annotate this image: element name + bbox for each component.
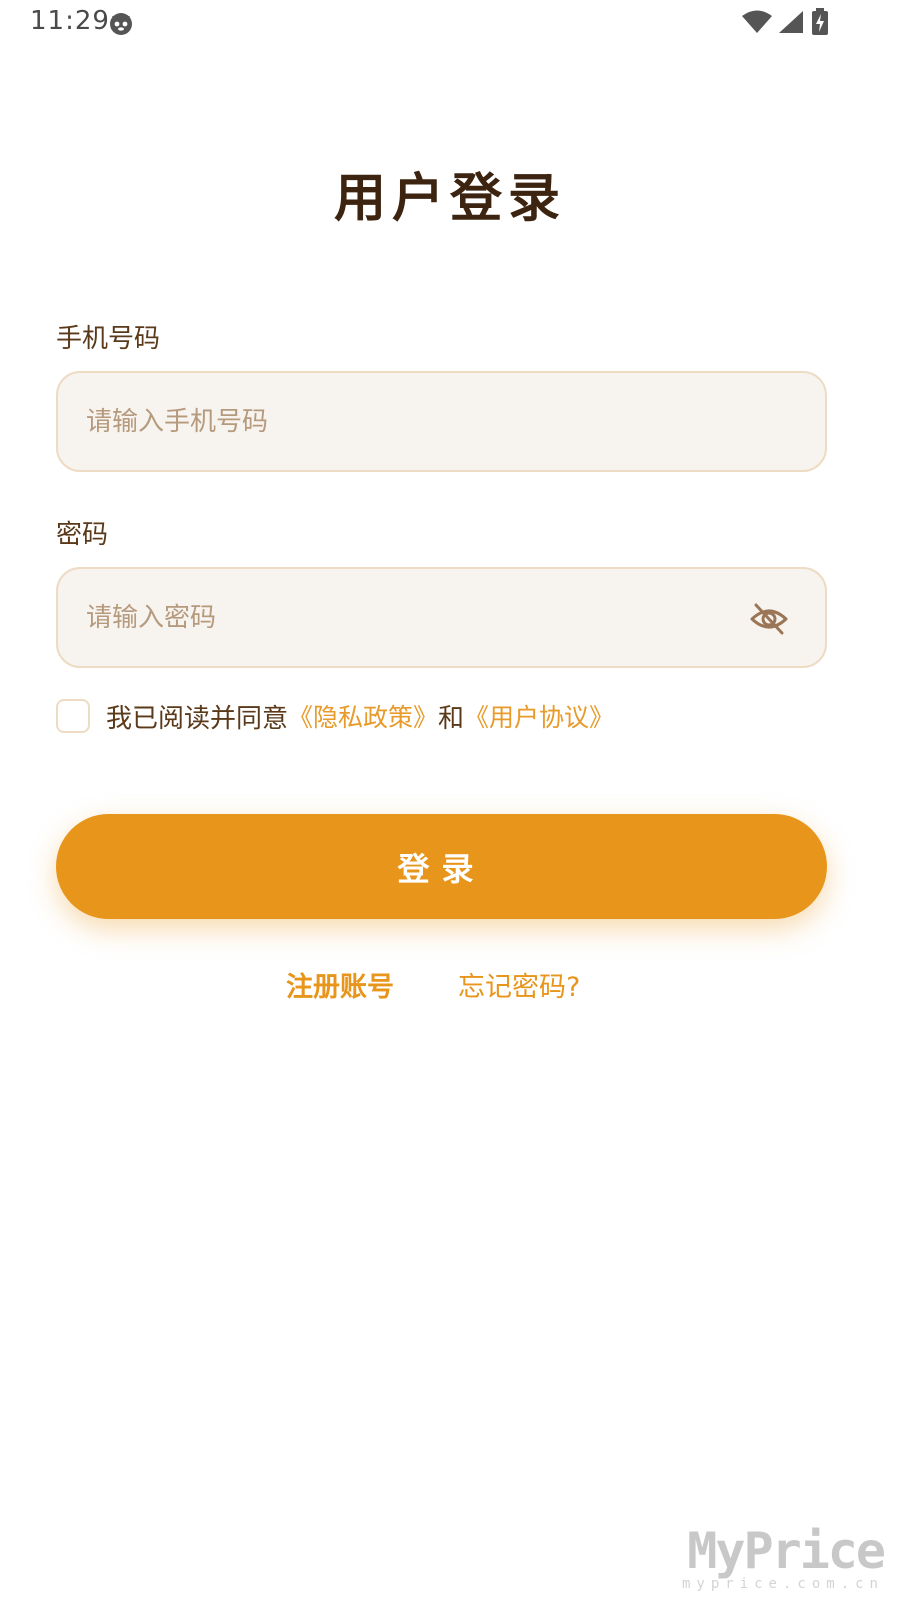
password-input[interactable]	[86, 569, 726, 666]
password-label: 密码	[56, 520, 109, 550]
status-icons	[742, 8, 830, 36]
watermark: MyPrice myprice.com.cn	[681, 1522, 886, 1592]
status-bar: 11:29	[0, 0, 900, 46]
login-button[interactable]: 登录	[56, 814, 827, 919]
phone-input[interactable]	[86, 373, 726, 470]
phone-input-box[interactable]	[56, 371, 827, 472]
wifi-icon	[742, 10, 772, 34]
agreement-connector: 和	[438, 703, 465, 734]
watermark-url: myprice.com.cn	[681, 1576, 884, 1592]
page-title: 用户登录	[333, 169, 566, 229]
user-agreement-link[interactable]: 《用户协议》	[464, 698, 614, 734]
cat-face-icon	[108, 10, 134, 36]
cell-signal-icon	[778, 10, 804, 34]
phone-label: 手机号码	[56, 324, 161, 354]
agreement-text: 我已阅读并同意	[106, 703, 289, 734]
forgot-password-link[interactable]: 忘记密码?	[458, 965, 580, 1004]
battery-charging-icon	[810, 8, 830, 36]
password-input-box[interactable]	[56, 567, 827, 668]
status-time: 11:29	[30, 6, 110, 36]
privacy-policy-link[interactable]: 《隐私政策》	[288, 698, 438, 734]
agreement-row: 我已阅读并同意 《隐私政策》 和 《用户协议》	[56, 698, 614, 734]
register-link[interactable]: 注册账号	[286, 965, 394, 1004]
eye-off-icon[interactable]	[749, 599, 789, 639]
watermark-logo: MyPrice	[687, 1522, 886, 1580]
agreement-checkbox[interactable]	[56, 699, 90, 733]
